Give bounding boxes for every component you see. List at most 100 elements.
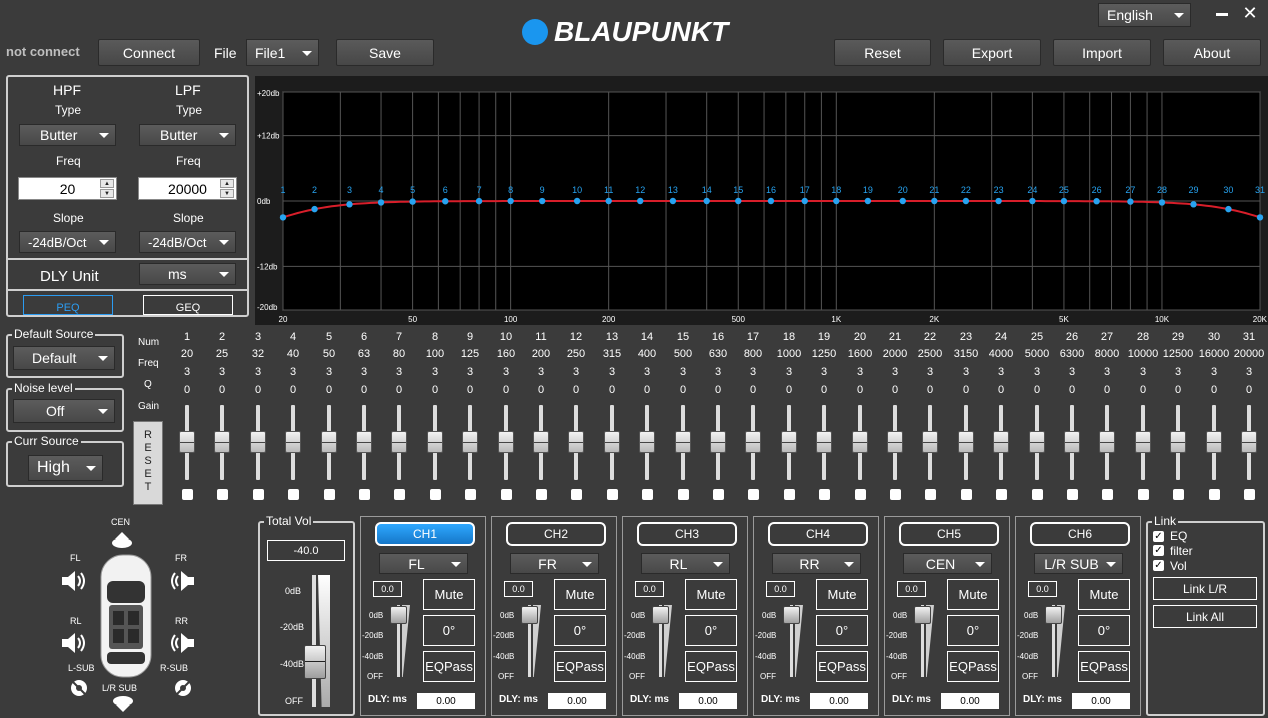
total-vol-slider-knob[interactable] [304,645,326,679]
channel-slider-knob[interactable] [914,606,931,624]
eq-band-q[interactable]: 3 [1231,366,1267,378]
minimize-icon[interactable] [1216,13,1228,16]
eq-band-gain[interactable]: 0 [523,384,559,396]
channel-dly-input[interactable]: 0.00 [548,693,606,709]
cen-speaker-icon[interactable] [110,529,134,549]
channel-phase-button[interactable]: 0° [816,615,868,646]
eq-band-slider-knob[interactable] [675,431,691,453]
eq-band-slider-knob[interactable] [568,431,584,453]
eq-band-freq[interactable]: 16000 [1196,348,1232,360]
eq-band-freq[interactable]: 80 [381,348,417,360]
channel-slider-knob[interactable] [652,606,669,624]
eq-band-checkbox[interactable] [430,489,441,500]
eq-band-slider-knob[interactable] [285,431,301,453]
eq-band-slider-knob[interactable] [1206,431,1222,453]
eq-band-q[interactable]: 3 [1054,366,1090,378]
eq-band-gain[interactable]: 0 [381,384,417,396]
eq-band-gain[interactable]: 0 [346,384,382,396]
eq-band-gain[interactable]: 0 [735,384,771,396]
eq-band-gain[interactable]: 0 [204,384,240,396]
eq-band-checkbox[interactable] [678,489,689,500]
eq-band-slider-knob[interactable] [1029,431,1045,453]
default-source-select[interactable]: Default [13,346,115,370]
eq-band-slider-knob[interactable] [710,431,726,453]
eq-band-freq[interactable]: 8000 [1089,348,1125,360]
eq-band-slider-knob[interactable] [993,431,1009,453]
eq-band-freq[interactable]: 50 [311,348,347,360]
hpf-slope-select[interactable]: -24dB/Oct [19,231,116,253]
channel-mute-button[interactable]: Mute [816,579,868,610]
link-lr-button[interactable]: Link L/R [1153,577,1257,600]
peq-tab[interactable]: PEQ [23,295,113,315]
link-eq-checkbox[interactable]: ✓ [1153,531,1164,542]
eq-band-gain[interactable]: 0 [842,384,878,396]
eq-band-gain[interactable]: 0 [594,384,630,396]
eq-band-slider-knob[interactable] [852,431,868,453]
eq-band-freq[interactable]: 40 [275,348,311,360]
file-select[interactable]: File1 [246,39,319,66]
eq-band-q[interactable]: 3 [594,366,630,378]
channel-eqpass-button[interactable]: EQPass [554,651,606,682]
eq-band-checkbox[interactable] [288,489,299,500]
channel-gain-value[interactable]: 0.0 [373,581,402,597]
eq-band-freq[interactable]: 400 [629,348,665,360]
channel-gain-value[interactable]: 0.0 [1028,581,1057,597]
channel-button[interactable]: CH1 [375,522,475,546]
eq-band-checkbox[interactable] [465,489,476,500]
eq-band-gain[interactable]: 0 [1231,384,1267,396]
eq-band-slider-knob[interactable] [427,431,443,453]
eq-band-gain[interactable]: 0 [700,384,736,396]
eq-band-freq[interactable]: 4000 [983,348,1019,360]
eq-band-freq[interactable]: 800 [735,348,771,360]
eq-band-gain[interactable]: 0 [417,384,453,396]
channel-output-select[interactable]: RL [641,553,730,574]
eq-band-freq[interactable]: 630 [700,348,736,360]
lsub-speaker-icon[interactable] [68,677,90,699]
eq-band-checkbox[interactable] [890,489,901,500]
eq-band-gain[interactable]: 0 [629,384,665,396]
eq-band-checkbox[interactable] [1102,489,1113,500]
hpf-type-select[interactable]: Butter [19,124,116,146]
link-all-button[interactable]: Link All [1153,605,1257,628]
eq-band-checkbox[interactable] [182,489,193,500]
eq-band-q[interactable]: 3 [240,366,276,378]
eq-reset-button[interactable]: RESET [133,421,163,505]
eq-band-checkbox[interactable] [394,489,405,500]
channel-dly-input[interactable]: 0.00 [810,693,868,709]
eq-band-slider-knob[interactable] [533,431,549,453]
channel-slider-knob[interactable] [521,606,538,624]
eq-band-freq[interactable]: 250 [558,348,594,360]
eq-band-q[interactable]: 3 [169,366,205,378]
channel-phase-button[interactable]: 0° [554,615,606,646]
eq-band-freq[interactable]: 160 [488,348,524,360]
eq-band-gain[interactable]: 0 [558,384,594,396]
eq-band-gain[interactable]: 0 [771,384,807,396]
eq-band-q[interactable]: 3 [417,366,453,378]
eq-band-q[interactable]: 3 [204,366,240,378]
eq-band-q[interactable]: 3 [948,366,984,378]
eq-band-q[interactable]: 3 [983,366,1019,378]
eq-band-checkbox[interactable] [536,489,547,500]
lpf-freq-up-icon[interactable]: ▲ [220,179,234,188]
noise-level-select[interactable]: Off [13,399,115,423]
eq-band-freq[interactable]: 2500 [912,348,948,360]
eq-band-checkbox[interactable] [324,489,335,500]
lrsub-speaker-icon[interactable] [111,695,135,713]
language-select[interactable]: English [1098,3,1191,27]
eq-band-checkbox[interactable] [925,489,936,500]
eq-band-q[interactable]: 3 [523,366,559,378]
channel-phase-button[interactable]: 0° [947,615,999,646]
eq-band-freq[interactable]: 100 [417,348,453,360]
eq-band-slider-knob[interactable] [816,431,832,453]
eq-band-freq[interactable]: 5000 [1019,348,1055,360]
channel-gain-value[interactable]: 0.0 [766,581,795,597]
channel-mute-button[interactable]: Mute [423,579,475,610]
curr-source-select[interactable]: High [28,455,103,481]
eq-band-slider-knob[interactable] [1064,431,1080,453]
eq-band-slider-knob[interactable] [391,431,407,453]
eq-band-q[interactable]: 3 [629,366,665,378]
eq-band-freq[interactable]: 125 [452,348,488,360]
eq-band-gain[interactable]: 0 [983,384,1019,396]
eq-band-checkbox[interactable] [642,489,653,500]
channel-output-select[interactable]: CEN [903,553,992,574]
